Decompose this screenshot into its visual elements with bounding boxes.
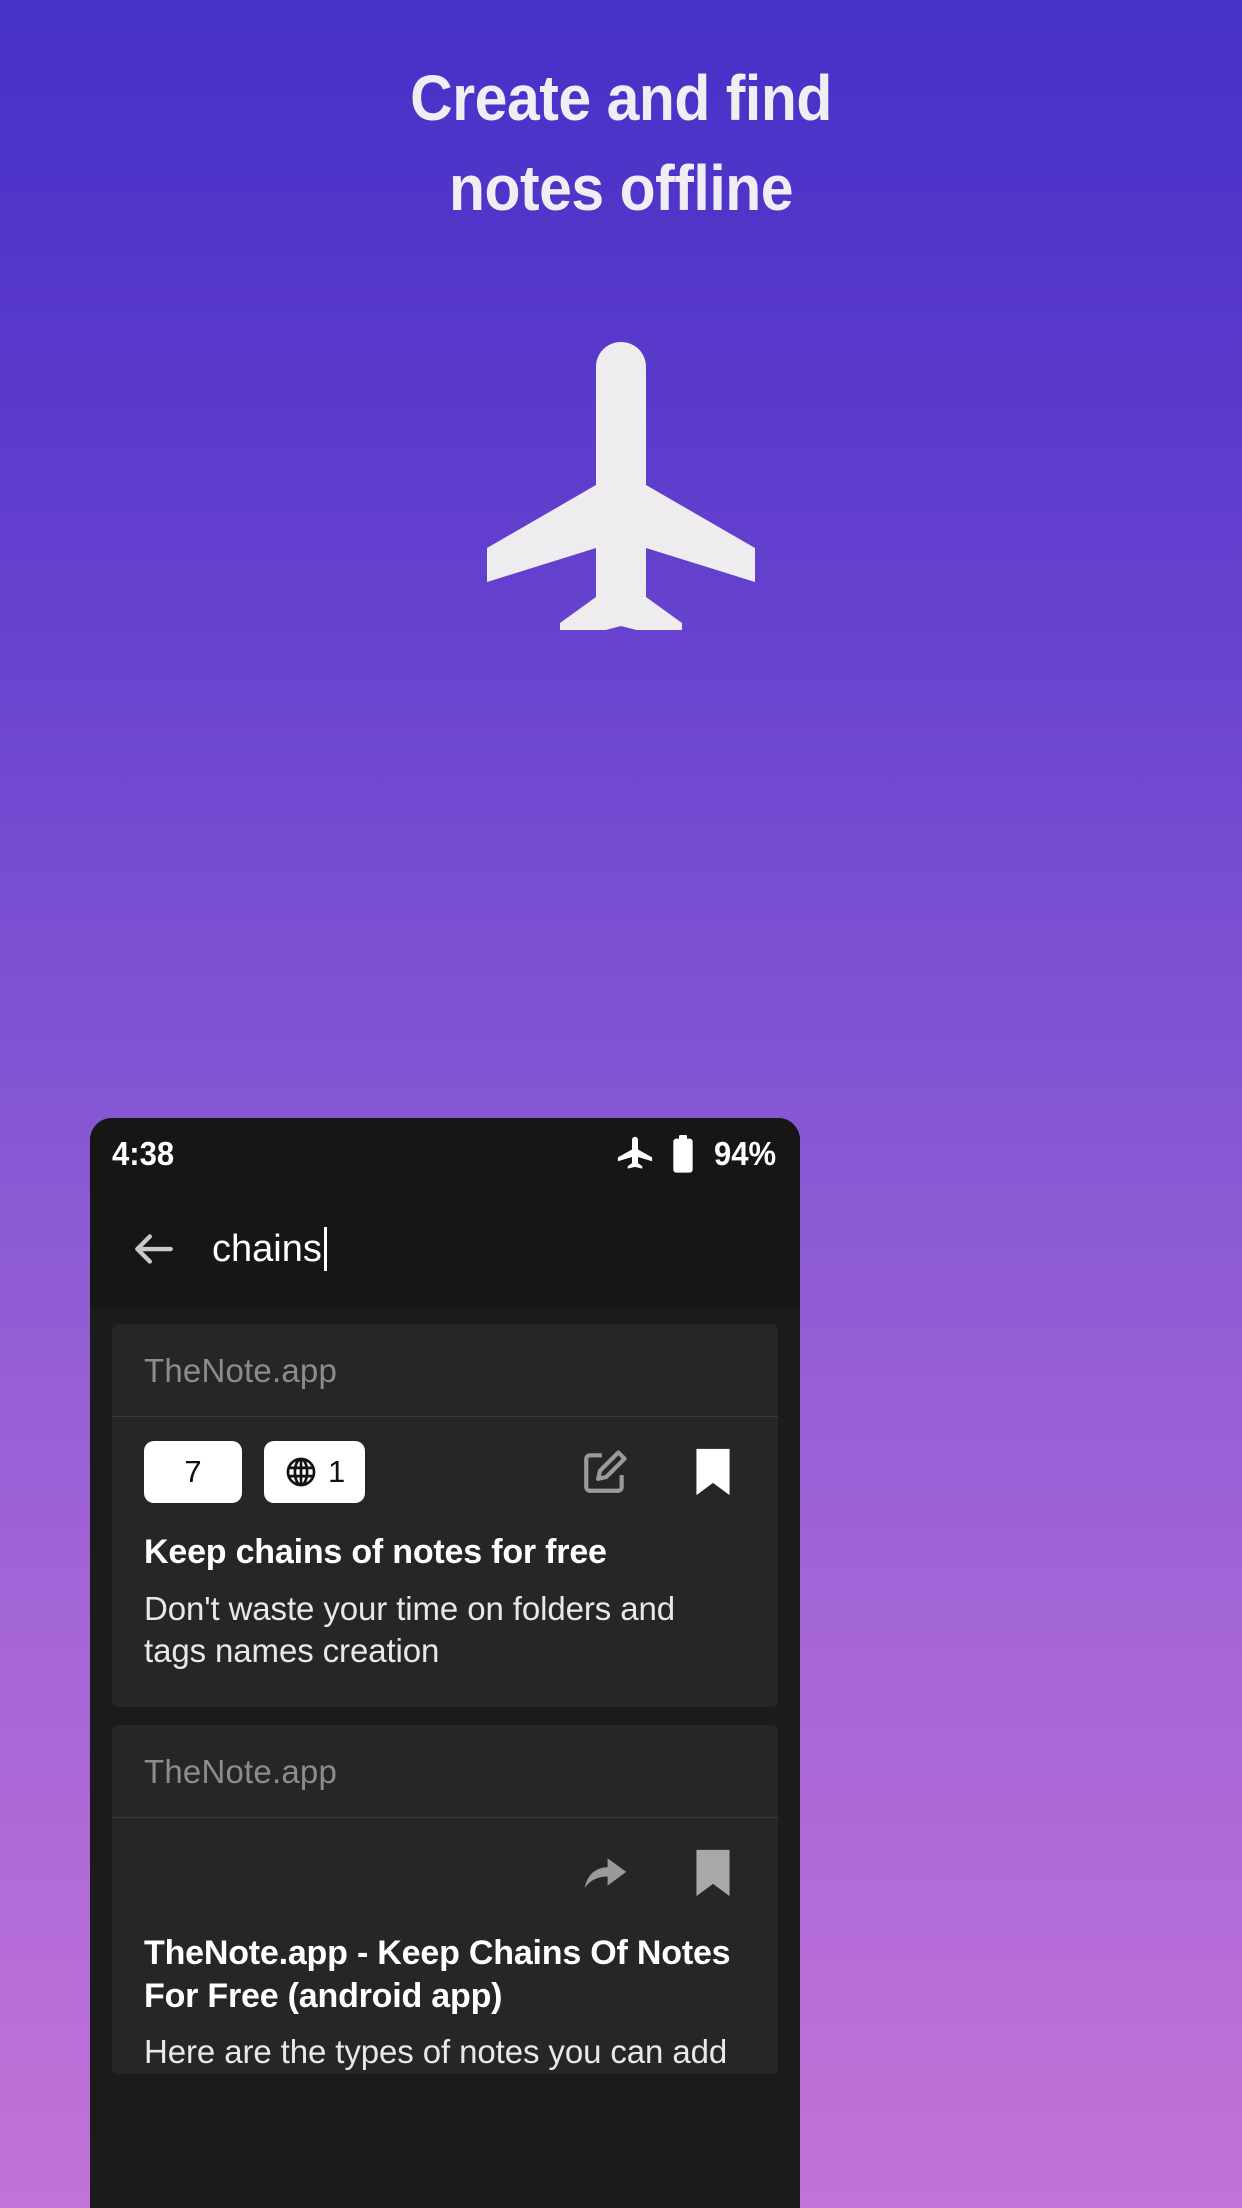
bookmark-icon [696, 1448, 730, 1496]
airplane-mode-icon [617, 1136, 653, 1169]
language-chip[interactable]: 1 [264, 1441, 366, 1503]
result-title[interactable]: TheNote.app - Keep Chains Of Notes For F… [112, 1912, 778, 2017]
result-source: TheNote.app [112, 1324, 778, 1417]
list-item[interactable]: TheNote.app 7 1 Keep chains of notes for… [112, 1324, 778, 1708]
status-bar: 4:38 94% [90, 1118, 800, 1190]
arrow-left-icon [135, 1234, 173, 1264]
text-cursor [323, 1227, 327, 1271]
result-source: TheNote.app [112, 1725, 778, 1819]
language-chip-label: 1 [328, 1454, 346, 1489]
edit-icon [584, 1450, 627, 1493]
share-icon [584, 1858, 627, 1889]
result-title[interactable]: Keep chains of notes for free [112, 1511, 778, 1574]
list-item[interactable]: TheNote.app TheNote.app - Keep Chains Of… [112, 1725, 778, 2075]
battery-full-icon [673, 1135, 693, 1173]
search-bar: chains [90, 1190, 800, 1308]
search-input-value: chains [212, 1228, 322, 1270]
bookmark-button[interactable] [680, 1439, 746, 1505]
edit-button[interactable] [572, 1439, 638, 1505]
bookmark-button[interactable] [680, 1840, 746, 1906]
status-bar-clock: 4:38 [112, 1135, 175, 1172]
battery-percentage: 94% [713, 1135, 777, 1172]
result-body: Don't waste your time on folders and tag… [144, 1589, 675, 1670]
count-chip-label: 7 [184, 1454, 202, 1489]
hero-heading-line-1: Create and find [410, 62, 832, 134]
airplane-illustration [0, 340, 1242, 630]
result-action-row [112, 1818, 778, 1912]
globe-icon [286, 1457, 316, 1487]
bookmark-icon [696, 1850, 730, 1897]
status-bar-indicators: 94% [616, 1134, 778, 1174]
hero-heading: Create and find notes offline [0, 66, 1242, 220]
result-body: Here are the types of notes you can add [144, 2033, 728, 2071]
share-button[interactable] [572, 1840, 638, 1906]
result-chips: 7 1 [144, 1441, 366, 1503]
result-action-row: 7 1 [112, 1417, 778, 1511]
back-button[interactable] [126, 1221, 182, 1277]
search-input[interactable]: chains [212, 1219, 800, 1279]
phone-mockup: 4:38 94% chains TheNote.app 7 1 Keep cha… [90, 1118, 800, 2208]
count-chip[interactable]: 7 [144, 1441, 242, 1503]
hero-heading-line-2: notes offline [448, 152, 794, 224]
airplane-mode-icon [487, 342, 755, 630]
search-results-list[interactable]: TheNote.app 7 1 Keep chains of notes for… [90, 1308, 800, 2208]
